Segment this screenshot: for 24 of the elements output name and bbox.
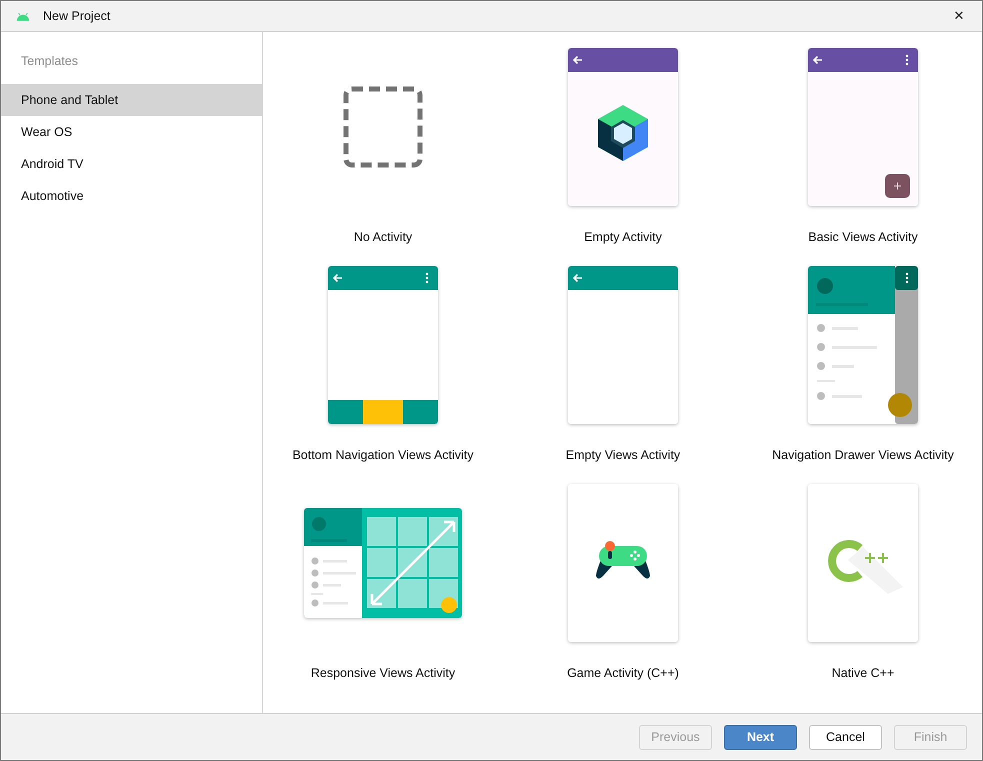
tablet-preview[interactable] xyxy=(304,508,462,618)
template-label: Responsive Views Activity xyxy=(310,665,456,681)
close-button[interactable]: ✕ xyxy=(936,1,982,31)
dialog-button[interactable]: Next xyxy=(724,724,797,750)
sidebar-item[interactable]: Phone and Tablet xyxy=(1,84,262,116)
dashed-square-icon[interactable] xyxy=(343,86,423,168)
phone-preview[interactable] xyxy=(808,266,918,424)
template-label: Native C++ xyxy=(832,665,894,681)
sidebar-item[interactable]: Automotive xyxy=(1,180,262,212)
window-title: New Project xyxy=(43,9,110,23)
template-label: Game Activity (C++) xyxy=(567,665,679,681)
dialog-button[interactable]: Cancel xyxy=(809,724,882,750)
sidebar-item[interactable]: Wear OS xyxy=(1,116,262,148)
template-label: Empty Views Activity xyxy=(566,447,680,463)
template-label: No Activity xyxy=(354,229,412,245)
template-label: Bottom Navigation Views Activity xyxy=(292,447,474,463)
phone-preview[interactable] xyxy=(808,48,918,206)
template-label: Empty Activity xyxy=(584,229,662,245)
template-label: Basic Views Activity xyxy=(808,229,918,245)
android-icon xyxy=(16,12,30,20)
template-label: Navigation Drawer Views Activity xyxy=(772,447,954,463)
phone-preview[interactable] xyxy=(568,48,678,206)
sidebar-item[interactable]: Android TV xyxy=(1,148,262,180)
sidebar-heading: Templates xyxy=(20,53,79,70)
